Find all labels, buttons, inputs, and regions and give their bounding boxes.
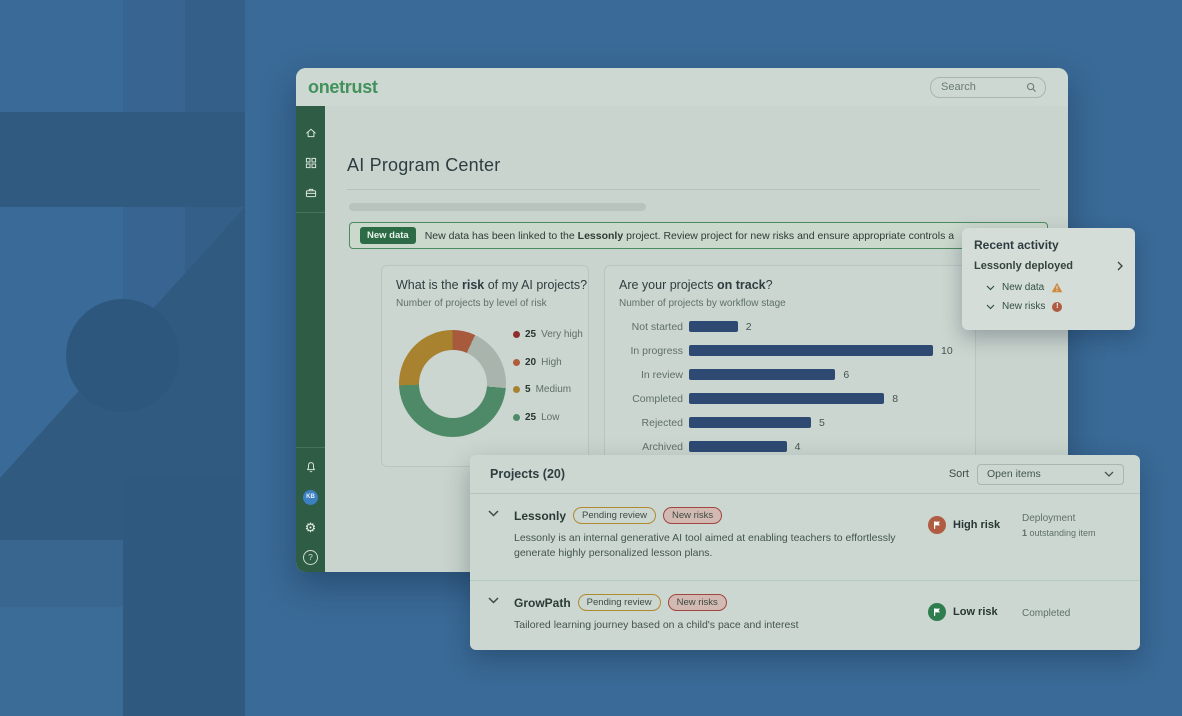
legend-dot	[513, 331, 520, 338]
activity-item[interactable]: New data	[986, 282, 1123, 293]
sort-label: Sort	[949, 468, 969, 480]
bar-row: In review6	[619, 368, 965, 381]
project-description: Tailored learning journey based on a chi…	[514, 618, 914, 633]
project-row-growpath: GrowPath Pending review New risks Tailor…	[470, 581, 1140, 650]
bar-row: In progress10	[619, 344, 965, 357]
search-input[interactable]	[939, 80, 1026, 94]
bar	[689, 345, 933, 356]
skeleton-bar	[349, 203, 646, 211]
risk-legend: 25Very high 20High 5Medium 25Low	[513, 329, 583, 423]
banner-text: New data has been linked to the Lessonly…	[425, 230, 954, 242]
apps-grid-icon[interactable]	[296, 148, 325, 178]
search-box[interactable]	[930, 77, 1046, 98]
expand-chevron-icon[interactable]	[488, 594, 514, 604]
project-name[interactable]: GrowPath	[514, 596, 571, 610]
risk-label: High risk	[953, 519, 1000, 531]
bar	[689, 393, 884, 404]
activity-items: New data New risks!	[974, 282, 1123, 312]
risk-label: Low risk	[953, 606, 998, 618]
workflow-chart-card: Are your projects on track? Number of pr…	[604, 265, 976, 467]
page-title: AI Program Center	[347, 155, 500, 176]
title-divider	[347, 189, 1040, 190]
background-circle	[66, 299, 179, 412]
recent-activity-panel: Recent activity Lessonly deployed New da…	[962, 228, 1135, 330]
activity-item[interactable]: New risks!	[986, 301, 1123, 312]
workflow-chart-subtitle: Number of projects by workflow stage	[619, 298, 786, 309]
risk-chart-card: What is the risk of my AI projects? Numb…	[381, 265, 589, 467]
warning-triangle-icon	[1051, 282, 1063, 293]
background-stripe	[0, 607, 123, 716]
activity-event-label: Lessonly deployed	[974, 260, 1073, 272]
expand-chevron-icon[interactable]	[488, 507, 514, 517]
workflow-bar-chart: Not started2 In progress10 In review6 Compl…	[619, 320, 965, 453]
legend-dot	[513, 414, 520, 421]
background-rect	[0, 478, 123, 540]
onetrust-logo: onetrust	[308, 77, 378, 98]
bar-row: Archived4	[619, 440, 965, 453]
workflow-chart-title: Are your projects on track?	[619, 278, 773, 292]
sidebar-divider	[296, 447, 325, 448]
chevron-down-icon	[986, 304, 995, 310]
risk-block: High risk	[928, 516, 1022, 534]
legend-item: 25Low	[513, 412, 583, 423]
risk-chart-title: What is the risk of my AI projects?	[396, 278, 587, 292]
project-row-lessonly: Lessonly Pending review New risks Lesson…	[470, 494, 1140, 581]
app-header: onetrust	[296, 68, 1068, 106]
user-avatar[interactable]: KB	[296, 482, 325, 512]
status-block: Deployment 1 outstanding item	[1022, 513, 1116, 538]
legend-dot	[513, 386, 520, 393]
bar	[689, 369, 835, 380]
project-description: Lessonly is an internal generative AI to…	[514, 531, 914, 561]
sidebar: KB ⚙ ?	[296, 106, 325, 572]
new-risks-badge: New risks	[663, 507, 722, 524]
donut-hole	[419, 350, 487, 418]
projects-title: Projects (20)	[490, 467, 565, 481]
bar	[689, 441, 787, 452]
projects-header: Projects (20) Sort Open items	[470, 455, 1140, 494]
bar-row: Rejected5	[619, 416, 965, 429]
bar	[689, 417, 811, 428]
high-risk-flag-icon	[928, 516, 946, 534]
outstanding-items: 1 outstanding item	[1022, 528, 1116, 538]
risk-block: Low risk	[928, 603, 1022, 621]
chevron-down-icon	[1104, 471, 1114, 477]
sort-value: Open items	[987, 468, 1041, 480]
home-icon[interactable]	[296, 118, 325, 148]
low-risk-flag-icon	[928, 603, 946, 621]
chevron-right-icon	[1117, 261, 1123, 271]
error-circle-icon: !	[1052, 302, 1062, 312]
bar-row: Completed8	[619, 392, 965, 405]
legend-item: 5Medium	[513, 384, 583, 395]
new-data-badge: New data	[360, 227, 416, 244]
background-band	[0, 112, 245, 207]
chevron-down-icon	[986, 285, 995, 291]
sort-dropdown[interactable]: Open items	[977, 464, 1124, 485]
help-icon[interactable]: ?	[296, 542, 325, 572]
legend-dot	[513, 359, 520, 366]
pending-review-badge: Pending review	[573, 507, 656, 524]
status-block: Completed	[1022, 600, 1116, 619]
sidebar-divider	[296, 212, 325, 213]
legend-item: 20High	[513, 357, 583, 368]
legend-item: 25Very high	[513, 329, 583, 340]
background-stripe	[0, 540, 123, 607]
projects-panel: Projects (20) Sort Open items Lessonly P…	[470, 455, 1140, 650]
project-status: Completed	[1022, 608, 1116, 619]
bar	[689, 321, 738, 332]
project-name[interactable]: Lessonly	[514, 509, 566, 523]
project-stage: Deployment	[1022, 513, 1116, 524]
risk-chart-subtitle: Number of projects by level of risk	[396, 298, 547, 309]
pending-review-badge: Pending review	[578, 594, 661, 611]
bar-row: Not started2	[619, 320, 965, 333]
activity-event-row[interactable]: Lessonly deployed	[974, 260, 1123, 272]
projects-briefcase-icon[interactable]	[296, 178, 325, 208]
risk-donut-chart	[399, 330, 506, 437]
new-data-banner: New data New data has been linked to the…	[349, 222, 1048, 249]
bell-icon[interactable]	[296, 452, 325, 482]
background-rect	[123, 478, 245, 716]
new-risks-badge: New risks	[668, 594, 727, 611]
recent-activity-title: Recent activity	[974, 238, 1123, 252]
settings-gear-icon[interactable]: ⚙	[296, 512, 325, 542]
search-icon	[1026, 82, 1037, 93]
